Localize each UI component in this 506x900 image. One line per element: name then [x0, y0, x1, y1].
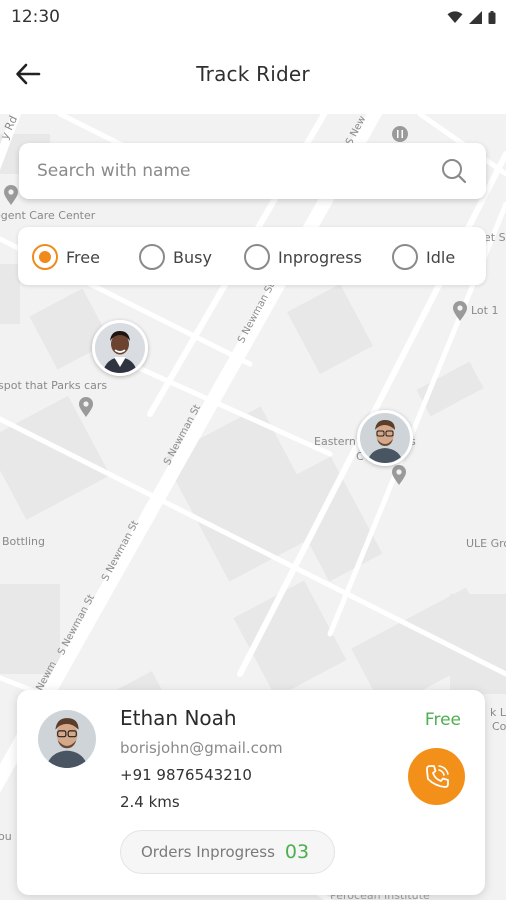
location-pin-icon [79, 397, 93, 417]
map-label: Lot 1 [471, 304, 499, 317]
status-bar: 12:30 [0, 0, 506, 36]
call-button[interactable] [408, 748, 465, 805]
rider-marker-avatar[interactable] [92, 320, 148, 376]
filter-label: Free [66, 247, 100, 267]
map-label: Eastern [314, 435, 356, 448]
avatar [360, 413, 410, 463]
rider-marker-avatar[interactable] [357, 410, 413, 466]
filter-label: Idle [426, 247, 456, 267]
rider-phone: +91 9876543210 [120, 766, 252, 784]
page-title: Track Rider [196, 62, 310, 86]
map-label: et S [484, 231, 506, 244]
filter-idle[interactable]: Idle [392, 243, 455, 271]
map-label: Co [492, 720, 506, 733]
search-input[interactable] [37, 151, 437, 191]
radio-inprogress[interactable] [244, 244, 270, 270]
status-time: 12:30 [11, 7, 60, 27]
filter-label: Busy [173, 247, 212, 267]
orders-label: Orders Inprogress [141, 843, 275, 861]
location-pin-icon [392, 465, 406, 485]
restaurant-marker-icon [392, 126, 408, 142]
status-badge: Free [424, 710, 461, 730]
filter-free[interactable]: Free [32, 243, 100, 271]
map-label: egent Care Center [0, 209, 96, 222]
rider-distance: 2.4 kms [120, 793, 180, 811]
location-pin-icon [4, 185, 18, 205]
rider-photo [38, 710, 96, 768]
battery-icon [488, 11, 496, 24]
rider-detail-card[interactable]: Ethan Noah Free borisjohn@gmail.com +91 … [17, 690, 485, 895]
avatar [95, 323, 145, 373]
radio-busy[interactable] [139, 244, 165, 270]
avatar [38, 710, 96, 768]
filter-inprogress[interactable]: Inprogress [244, 243, 362, 271]
radio-idle[interactable] [392, 244, 418, 270]
status-filter-group: Free Busy Inprogress Idle [18, 227, 486, 285]
rider-name: Ethan Noah [120, 706, 237, 730]
map-label: k Lar [490, 706, 506, 719]
map-label: Bottling [2, 535, 45, 548]
orders-count: 03 [284, 841, 310, 863]
map-label: ou [0, 830, 12, 843]
map-label: ULE Gro [466, 537, 506, 550]
wifi-icon [447, 11, 463, 23]
app-header: Track Rider [0, 36, 506, 114]
map-label: spot that Parks cars [0, 379, 108, 392]
radio-free[interactable] [32, 244, 58, 270]
search-icon[interactable] [440, 157, 468, 185]
signal-icon [469, 11, 482, 24]
status-icons [447, 11, 496, 24]
rider-email: borisjohn@gmail.com [120, 739, 283, 757]
location-pin-icon [453, 301, 467, 321]
filter-busy[interactable]: Busy [139, 243, 212, 271]
orders-inprogress-pill[interactable]: Orders Inprogress 03 [120, 830, 335, 874]
phone-call-icon [425, 764, 449, 788]
filter-label: Inprogress [278, 247, 362, 267]
search-bar [19, 143, 486, 199]
